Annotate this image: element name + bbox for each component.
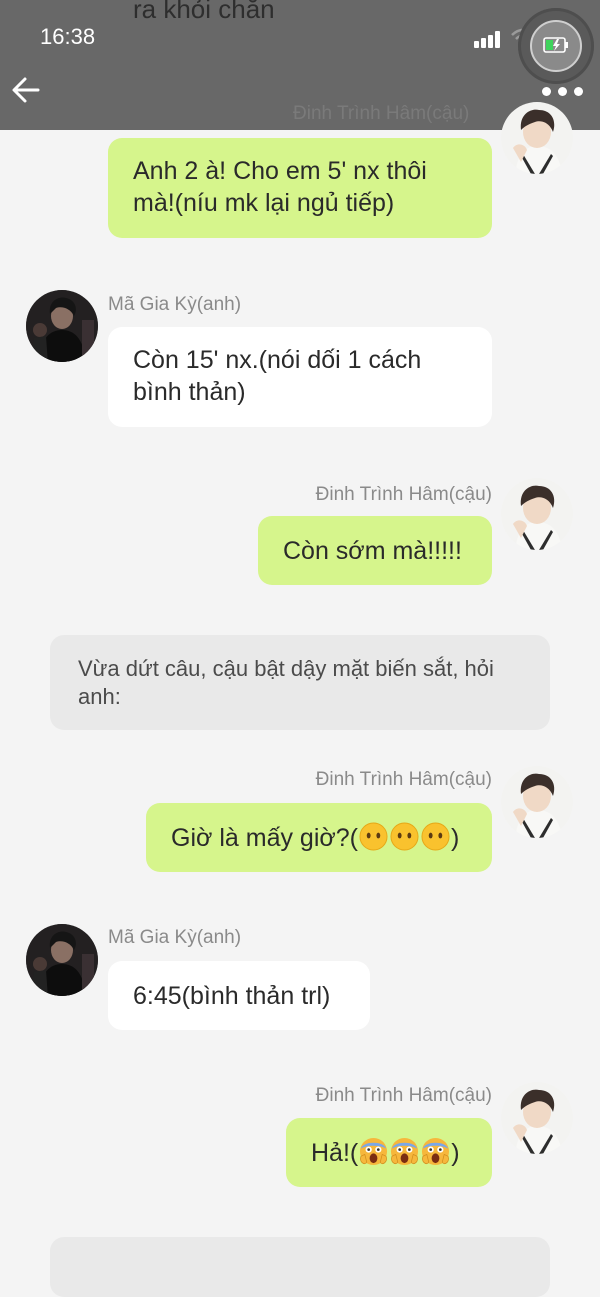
incoming-message: 6:45(bình thản trl)	[108, 961, 370, 1030]
battery-charging-icon	[543, 37, 568, 53]
message-text: Còn sớm mà!!!!!	[283, 537, 462, 565]
message-text: Còn 15' nx.(nói dối 1 cách bình thản)	[133, 346, 422, 406]
screaming-face-icon	[359, 1137, 388, 1166]
no-mouth-face-icon	[421, 822, 450, 851]
previous-message-peek: ra khỏi chăn	[133, 0, 275, 24]
avatar-cau[interactable]	[501, 1082, 573, 1154]
status-time: 16:38	[40, 24, 96, 49]
message-text: Giờ là mấy giờ?(	[171, 824, 358, 852]
peek-avatar-cau	[501, 102, 573, 174]
no-mouth-face-icon	[390, 822, 419, 851]
outgoing-message: Giờ là mấy giờ?()	[146, 803, 492, 872]
battery-float-button[interactable]	[518, 8, 594, 84]
back-arrow-icon[interactable]	[10, 74, 42, 106]
message-text-end: )	[451, 824, 460, 852]
avatar-cau[interactable]	[501, 766, 573, 838]
screaming-face-icon	[390, 1137, 419, 1166]
no-mouth-face-icon	[359, 822, 388, 851]
sender-name: Đinh Trình Hâm(cậu)	[315, 1085, 492, 1106]
avatar-anh[interactable]	[26, 924, 98, 996]
signal-icon	[474, 30, 504, 48]
avatar-cau[interactable]	[501, 478, 573, 550]
outgoing-message: Anh 2 à! Cho em 5' nx thôi mà!(níu mk lạ…	[108, 138, 492, 238]
message-text: 6:45(bình thản trl)	[133, 982, 331, 1010]
outgoing-message: Hả!()	[286, 1118, 492, 1187]
sender-name: Mã Gia Kỳ(anh)	[108, 294, 242, 315]
message-text: Anh 2 à! Cho em 5' nx thôi mà!(níu mk lạ…	[133, 157, 427, 217]
sender-name: Đinh Trình Hâm(cậu)	[315, 484, 492, 505]
message-text-end: )	[451, 1139, 460, 1167]
top-bar: ra khỏi chăn 16:38 Đinh Trình Hâm(cậu)	[0, 0, 600, 130]
narration-box: Vừa dứt câu, cậu bật dậy mặt biến sắt, h…	[50, 635, 550, 730]
peek-sender-name: Đinh Trình Hâm(cậu)	[293, 103, 470, 124]
sender-name: Đinh Trình Hâm(cậu)	[315, 769, 492, 790]
narration-text: Vừa dứt câu, cậu bật dậy mặt biến sắt, h…	[78, 656, 494, 709]
narration-box-partial	[50, 1237, 550, 1297]
avatar-anh[interactable]	[26, 290, 98, 362]
sender-name: Mã Gia Kỳ(anh)	[108, 927, 242, 948]
incoming-message: Còn 15' nx.(nói dối 1 cách bình thản)	[108, 327, 492, 427]
message-text: Hả!(	[311, 1139, 359, 1167]
more-options-icon[interactable]	[540, 84, 584, 98]
outgoing-message: Còn sớm mà!!!!!	[258, 516, 492, 585]
screaming-face-icon	[421, 1137, 450, 1166]
